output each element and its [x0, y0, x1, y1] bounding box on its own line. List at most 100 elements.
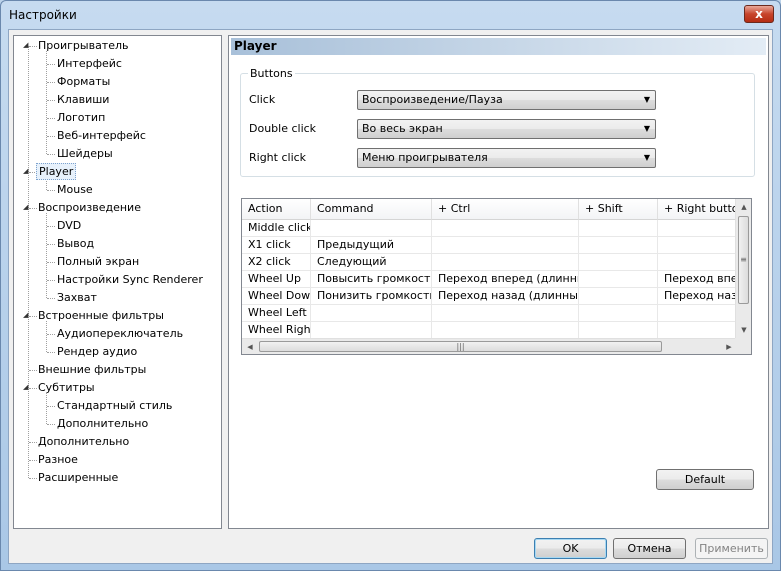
- grid-cell[interactable]: [579, 254, 658, 271]
- grid-cell[interactable]: [658, 322, 738, 339]
- mouse-actions-grid[interactable]: Action Command + Ctrl + Shift + Right button…: [241, 198, 752, 355]
- apply-button[interactable]: Применить: [695, 538, 768, 559]
- grid-cell[interactable]: [432, 254, 579, 271]
- horizontal-scrollbar[interactable]: ◀ ||| ▶: [242, 338, 737, 354]
- grid-cell[interactable]: Переход вперед (длинный): [432, 271, 579, 288]
- tree-item[interactable]: ◢ Проигрыватель: [14, 37, 219, 54]
- expanded-triangle-icon[interactable]: ◢: [23, 167, 32, 176]
- grid-cell[interactable]: Повысить громкость: [311, 271, 432, 288]
- tree-connector-line: [47, 244, 55, 245]
- tree-item[interactable]: Mouse: [14, 181, 219, 198]
- close-button[interactable]: x: [744, 5, 774, 23]
- tree-item-label: Дополнительно: [38, 435, 130, 448]
- close-icon: x: [755, 7, 763, 21]
- tree-item[interactable]: ◢ Встроенные фильтры: [14, 307, 219, 324]
- grid-cell[interactable]: [579, 220, 658, 237]
- tree-item-label: Аудиопереключатель: [57, 327, 184, 340]
- grid-cell[interactable]: Переход вперед: [658, 271, 738, 288]
- scroll-down-icon[interactable]: ▼: [736, 322, 751, 338]
- tree-item[interactable]: Форматы: [14, 73, 219, 90]
- grid-cell[interactable]: Понизить громкость: [311, 288, 432, 305]
- tree-item[interactable]: Интерфейс: [14, 55, 219, 72]
- grid-cell[interactable]: Wheel Right: [242, 322, 311, 339]
- grid-cell[interactable]: [432, 220, 579, 237]
- expanded-triangle-icon[interactable]: ◢: [23, 203, 32, 212]
- grid-cell[interactable]: [311, 220, 432, 237]
- grid-cell[interactable]: Предыдущий: [311, 237, 432, 254]
- tree-item[interactable]: Дополнительно: [14, 415, 219, 432]
- grid-cell[interactable]: Переход назад: [658, 288, 738, 305]
- tree-item-label: Воспроизведение: [38, 201, 141, 214]
- horizontal-scroll-thumb[interactable]: |||: [259, 341, 662, 352]
- grid-cell[interactable]: [658, 254, 738, 271]
- tree-item[interactable]: Разное: [14, 451, 219, 468]
- right-click-combobox[interactable]: Меню проигрывателя ▼: [357, 148, 656, 168]
- grid-cell[interactable]: [579, 237, 658, 254]
- tree-item[interactable]: Веб-интерфейс: [14, 127, 219, 144]
- grid-cell[interactable]: [658, 237, 738, 254]
- tree-item-label: Разное: [38, 453, 78, 466]
- tree-item[interactable]: Рендер аудио: [14, 343, 219, 360]
- settings-window: Настройки x ◢ Проигрыватель Интерфейс Форма…: [0, 0, 781, 571]
- grid-cell[interactable]: Следующий: [311, 254, 432, 271]
- grid-cell[interactable]: [658, 305, 738, 322]
- column-header[interactable]: + Right button: [658, 199, 738, 220]
- vertical-scrollbar[interactable]: ▲ ≡ ▼: [735, 199, 751, 338]
- tree-item[interactable]: Аудиопереключатель: [14, 325, 219, 342]
- tree-item[interactable]: ◢ Воспроизведение: [14, 199, 219, 216]
- default-button[interactable]: Default: [656, 469, 754, 490]
- double-click-label: Double click: [249, 122, 317, 135]
- grid-cell[interactable]: [432, 237, 579, 254]
- expanded-triangle-icon[interactable]: ◢: [23, 383, 32, 392]
- grid-cell[interactable]: Переход назад (длинный): [432, 288, 579, 305]
- grid-cell[interactable]: Middle click: [242, 220, 311, 237]
- tree-item[interactable]: Расширенные: [14, 469, 219, 486]
- tree-item[interactable]: ◢ Player: [14, 163, 219, 180]
- double-click-combobox-value: Во весь экран: [362, 122, 443, 135]
- grid-cell[interactable]: X2 click: [242, 254, 311, 271]
- tree-item[interactable]: DVD: [14, 217, 219, 234]
- click-combobox[interactable]: Воспроизведение/Пауза ▼: [357, 90, 656, 110]
- tree-item[interactable]: Логотип: [14, 109, 219, 126]
- tree-item[interactable]: Полный экран: [14, 253, 219, 270]
- column-header[interactable]: + Ctrl: [432, 199, 579, 220]
- grid-cell[interactable]: Wheel Left: [242, 305, 311, 322]
- column-header[interactable]: Action: [242, 199, 311, 220]
- double-click-combobox[interactable]: Во весь экран ▼: [357, 119, 656, 139]
- vertical-scroll-thumb[interactable]: ≡: [738, 216, 749, 304]
- cancel-button[interactable]: Отмена: [613, 538, 686, 559]
- grid-cell[interactable]: [311, 305, 432, 322]
- column-header[interactable]: + Shift: [579, 199, 658, 220]
- grid-cell[interactable]: [432, 322, 579, 339]
- tree-item[interactable]: Вывод: [14, 235, 219, 252]
- grid-cell[interactable]: Wheel Down: [242, 288, 311, 305]
- settings-tree[interactable]: ◢ Проигрыватель Интерфейс Форматы Клавиши Лог…: [13, 35, 222, 529]
- grid-cell[interactable]: X1 click: [242, 237, 311, 254]
- tree-item[interactable]: Шейдеры: [14, 145, 219, 162]
- tree-item[interactable]: Стандартный стиль: [14, 397, 219, 414]
- tree-item[interactable]: Клавиши: [14, 91, 219, 108]
- scroll-left-icon[interactable]: ◀: [242, 339, 258, 354]
- grid-cell[interactable]: [579, 322, 658, 339]
- tree-item-label: Клавиши: [57, 93, 110, 106]
- grid-cell[interactable]: Wheel Up: [242, 271, 311, 288]
- grid-cell[interactable]: [579, 271, 658, 288]
- tree-item[interactable]: Захват: [14, 289, 219, 306]
- grid-cell[interactable]: [658, 220, 738, 237]
- grid-cell[interactable]: [311, 322, 432, 339]
- tree-item[interactable]: ◢ Субтитры: [14, 379, 219, 396]
- grid-cell[interactable]: [579, 305, 658, 322]
- title-bar[interactable]: Настройки x: [1, 1, 780, 29]
- tree-item[interactable]: Внешние фильтры: [14, 361, 219, 378]
- scroll-up-icon[interactable]: ▲: [736, 199, 751, 215]
- buttons-group-title: Buttons: [248, 67, 295, 80]
- expanded-triangle-icon[interactable]: ◢: [23, 311, 32, 320]
- ok-button[interactable]: OK: [534, 538, 607, 559]
- tree-item[interactable]: Дополнительно: [14, 433, 219, 450]
- expanded-triangle-icon[interactable]: ◢: [23, 41, 32, 50]
- grid-cell[interactable]: [432, 305, 579, 322]
- grid-cell[interactable]: [579, 288, 658, 305]
- tree-item[interactable]: Настройки Sync Renderer: [14, 271, 219, 288]
- column-header[interactable]: Command: [311, 199, 432, 220]
- tree-item-label: Mouse: [57, 183, 93, 196]
